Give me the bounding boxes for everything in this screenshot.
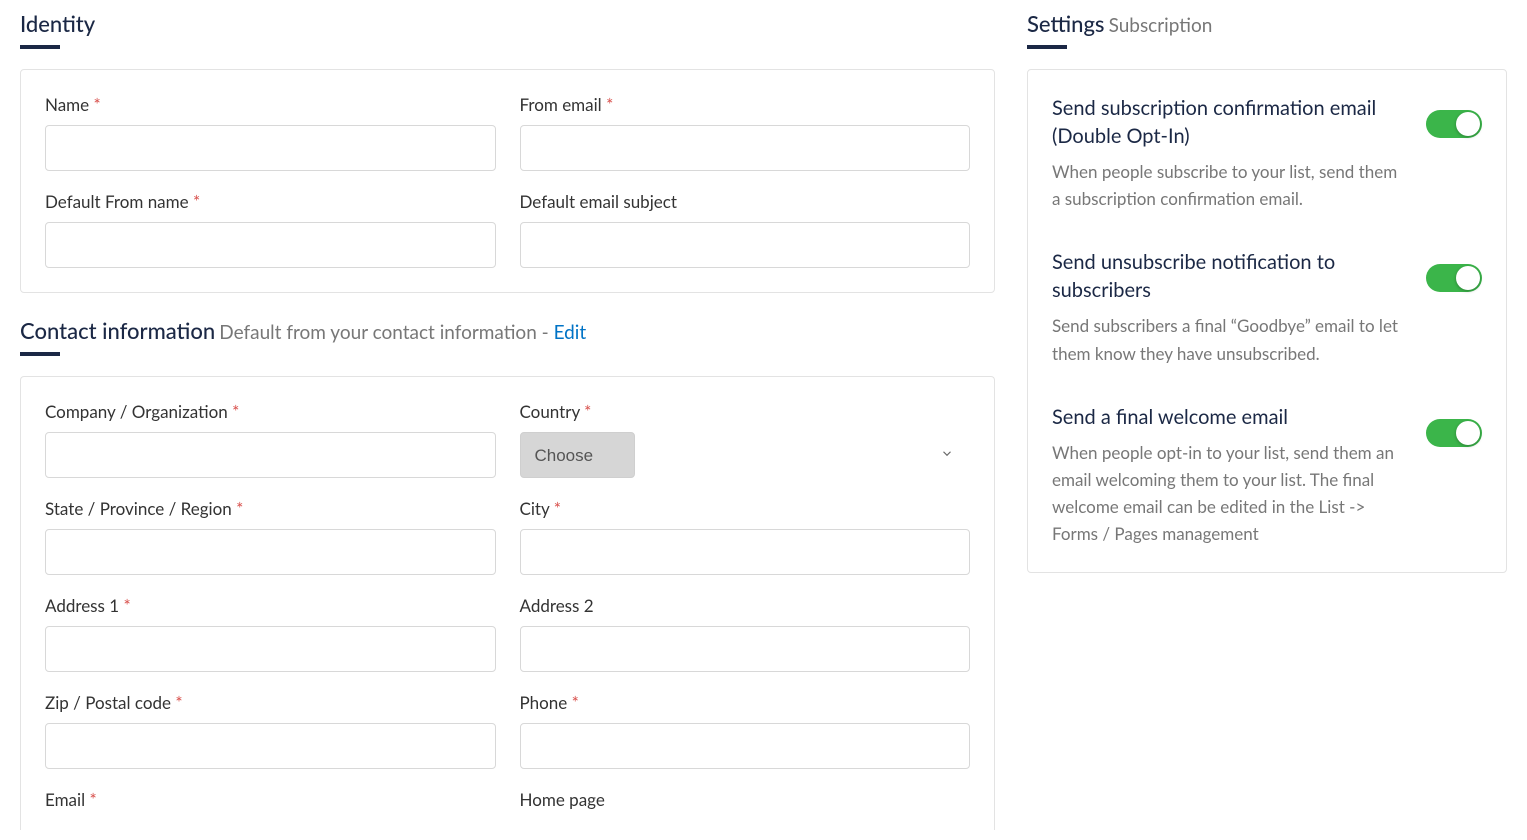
toggle-knob bbox=[1456, 421, 1480, 445]
country-label-text: Country bbox=[520, 401, 580, 422]
settings-title: Settings bbox=[1027, 10, 1104, 37]
toggle-welcome-email[interactable] bbox=[1426, 419, 1482, 447]
address1-input[interactable] bbox=[45, 626, 496, 672]
required-mark: * bbox=[554, 498, 561, 519]
toggle-double-optin[interactable] bbox=[1426, 110, 1482, 138]
country-select[interactable]: Choose bbox=[520, 432, 635, 478]
setting-desc: When people subscribe to your list, send… bbox=[1052, 158, 1402, 212]
setting-title: Send a final welcome email bbox=[1052, 403, 1402, 431]
address1-label-text: Address 1 bbox=[45, 595, 119, 616]
setting-unsubscribe-notification: Send unsubscribe notification to subscri… bbox=[1052, 248, 1482, 366]
company-input[interactable] bbox=[45, 432, 496, 478]
phone-label-text: Phone bbox=[520, 692, 568, 713]
required-mark: * bbox=[175, 692, 182, 713]
setting-desc: Send subscribers a final “Goodbye” email… bbox=[1052, 312, 1402, 366]
from-email-input[interactable] bbox=[520, 125, 971, 171]
setting-title: Send unsubscribe notification to subscri… bbox=[1052, 248, 1402, 304]
address1-label: Address 1 * bbox=[45, 595, 496, 616]
address2-label-text: Address 2 bbox=[520, 595, 594, 616]
contact-panel: Company / Organization * Country * Choos… bbox=[20, 376, 995, 830]
settings-subtitle: Subscription bbox=[1109, 14, 1213, 37]
zip-label-text: Zip / Postal code bbox=[45, 692, 171, 713]
default-from-name-input[interactable] bbox=[45, 222, 496, 268]
required-mark: * bbox=[232, 401, 239, 422]
required-mark: * bbox=[89, 789, 96, 810]
toggle-knob bbox=[1456, 112, 1480, 136]
default-email-subject-input[interactable] bbox=[520, 222, 971, 268]
identity-panel: Name * From email * Default From nam bbox=[20, 69, 995, 293]
toggle-knob bbox=[1456, 266, 1480, 290]
city-label: City * bbox=[520, 498, 971, 519]
setting-desc: When people opt-in to your list, send th… bbox=[1052, 439, 1402, 548]
state-input[interactable] bbox=[45, 529, 496, 575]
address2-label: Address 2 bbox=[520, 595, 971, 616]
zip-label: Zip / Postal code * bbox=[45, 692, 496, 713]
setting-title: Send subscription confirmation email (Do… bbox=[1052, 94, 1402, 150]
default-from-name-label: Default From name * bbox=[45, 191, 496, 212]
contact-section-header: Contact information Default from your co… bbox=[20, 317, 995, 356]
default-email-subject-label-text: Default email subject bbox=[520, 191, 677, 212]
name-input[interactable] bbox=[45, 125, 496, 171]
required-mark: * bbox=[572, 692, 579, 713]
contact-edit-link[interactable]: Edit bbox=[554, 321, 587, 344]
default-from-name-label-text: Default From name bbox=[45, 191, 189, 212]
toggle-unsubscribe-notification[interactable] bbox=[1426, 264, 1482, 292]
section-underline bbox=[20, 352, 60, 356]
required-mark: * bbox=[94, 94, 101, 115]
state-label-text: State / Province / Region bbox=[45, 498, 232, 519]
phone-input[interactable] bbox=[520, 723, 971, 769]
identity-section-header: Identity bbox=[20, 10, 995, 49]
phone-label: Phone * bbox=[520, 692, 971, 713]
settings-section-header: Settings Subscription bbox=[1027, 10, 1507, 49]
required-mark: * bbox=[193, 191, 200, 212]
required-mark: * bbox=[606, 94, 613, 115]
identity-title: Identity bbox=[20, 10, 95, 37]
from-email-label-text: From email bbox=[520, 94, 602, 115]
address2-input[interactable] bbox=[520, 626, 971, 672]
company-label: Company / Organization * bbox=[45, 401, 496, 422]
name-label: Name * bbox=[45, 94, 496, 115]
required-mark: * bbox=[584, 401, 591, 422]
chevron-down-icon bbox=[940, 446, 954, 465]
company-label-text: Company / Organization bbox=[45, 401, 228, 422]
email-label-text: Email bbox=[45, 789, 85, 810]
required-mark: * bbox=[236, 498, 243, 519]
email-label: Email * bbox=[45, 789, 496, 810]
contact-title: Contact information bbox=[20, 317, 215, 344]
from-email-label: From email * bbox=[520, 94, 971, 115]
state-label: State / Province / Region * bbox=[45, 498, 496, 519]
contact-subtitle: Default from your contact information - bbox=[219, 321, 553, 344]
country-label: Country * bbox=[520, 401, 971, 422]
city-label-text: City bbox=[520, 498, 550, 519]
settings-panel: Send subscription confirmation email (Do… bbox=[1027, 69, 1507, 573]
zip-input[interactable] bbox=[45, 723, 496, 769]
name-label-text: Name bbox=[45, 94, 89, 115]
homepage-label-text: Home page bbox=[520, 789, 605, 810]
setting-double-optin: Send subscription confirmation email (Do… bbox=[1052, 94, 1482, 212]
setting-welcome-email: Send a final welcome email When people o… bbox=[1052, 403, 1482, 548]
section-underline bbox=[1027, 45, 1067, 49]
required-mark: * bbox=[123, 595, 130, 616]
default-email-subject-label: Default email subject bbox=[520, 191, 971, 212]
homepage-label: Home page bbox=[520, 789, 971, 810]
city-input[interactable] bbox=[520, 529, 971, 575]
section-underline bbox=[20, 45, 60, 49]
